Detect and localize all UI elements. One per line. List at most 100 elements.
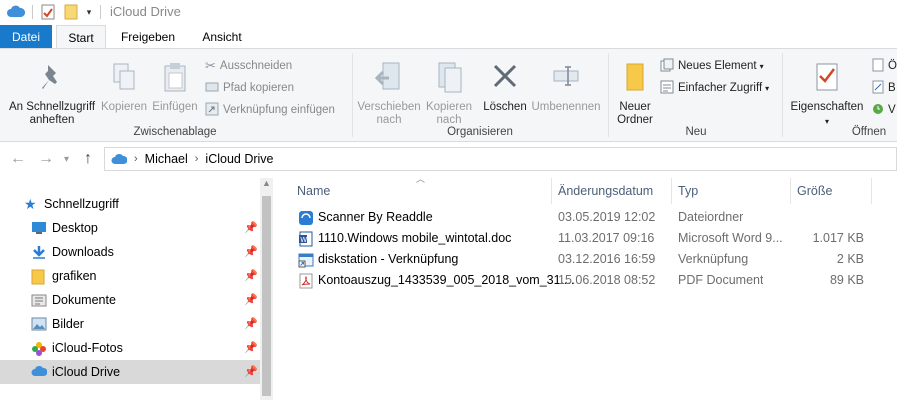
column-header-type[interactable]: Typ [678,180,698,202]
breadcrumb-icloud-drive[interactable]: iCloud Drive [205,152,273,166]
sort-indicator-icon: ︿ [416,174,426,184]
sidebar-item-dokumente[interactable]: Dokumente 📌 [0,288,260,312]
file-type: Microsoft Word 9... [678,231,783,245]
file-row[interactable]: W 1110.Windows mobile_wintotal.doc 11.03… [296,229,897,250]
edit-icon [872,80,884,97]
open-group-label: Öffnen [851,126,887,138]
pictures-icon [31,317,47,334]
tab-freigeben[interactable]: Freigeben [112,25,184,49]
documents-icon [31,293,47,310]
photos-icon [31,341,47,360]
column-header-size[interactable]: Größe [797,180,832,202]
forward-arrow-icon[interactable]: → [38,150,54,168]
scroll-up-icon[interactable]: ▲ [262,178,271,188]
back-arrow-icon[interactable]: ← [10,150,26,168]
pin-icon[interactable]: 📌 [244,245,258,258]
desktop-icon [31,221,47,238]
move-to-icon [356,61,422,97]
address-cloud-icon [111,153,127,165]
file-size: 2 KB [836,252,864,266]
pin-icon[interactable]: 📌 [244,293,258,306]
ribbon: An Schnellzugriff anheften Kopieren Einf… [0,48,897,142]
move-to-button[interactable]: Verschieben nach [356,61,422,127]
file-size: 1.017 KB [812,231,864,245]
cloud-app-icon [6,3,26,21]
scanner-folder-icon [298,210,314,229]
sidebar-item-quick-access[interactable]: ★ Schnellzugriff [0,192,260,216]
column-header-name[interactable]: Name [297,180,330,202]
file-row[interactable]: Scanner By Readdle 03.05.2019 12:02 Date… [296,208,897,229]
tab-start[interactable]: Start [56,25,106,50]
sidebar-item-grafiken[interactable]: grafiken 📌 [0,264,260,288]
svg-text:W: W [300,236,307,244]
paste-shortcut-icon [205,102,219,119]
sidebar-item-icloud-drive[interactable]: iCloud Drive 📌 [0,360,260,384]
pin-icon[interactable]: 📌 [244,269,258,282]
file-name: 1110.Windows mobile_wintotal.doc [318,231,512,245]
file-type: Verknüpfung [678,252,749,266]
download-icon [31,245,47,262]
column-header-date[interactable]: Änderungsdatum [558,180,653,202]
history-button[interactable]: V [872,101,896,119]
paste-shortcut-button[interactable]: Verknüpfung einfügen [205,101,335,119]
recent-locations-chevron-icon[interactable]: ▾ [64,154,69,165]
pin-quick-access-button[interactable]: An Schnellzugriff anheften [4,61,100,127]
properties-button[interactable]: Eigenschaften ▾ [786,61,868,128]
file-row[interactable]: Kontoauszug_1433539_005_2018_vom_31.... … [296,271,897,292]
copy-icon [98,61,150,97]
new-folder-icon [612,61,658,97]
cloud-icon [31,365,48,380]
file-name: diskstation - Verknüpfung [318,252,459,266]
edit-button[interactable]: B [872,79,896,97]
cut-button[interactable]: ✂ Ausschneiden [205,57,292,75]
file-row[interactable]: diskstation - Verknüpfung 03.12.2016 16:… [296,250,897,271]
tab-datei[interactable]: Datei [0,25,52,49]
new-item-dropdown-icon: ▾ [759,61,764,71]
pin-icon [4,61,100,97]
file-date: 03.05.2019 12:02 [558,210,656,224]
file-size: 89 KB [829,273,864,287]
properties-icon [786,61,868,97]
navigation-pane: ★ Schnellzugriff Desktop 📌 Downloads 📌 g… [0,176,273,400]
delete-x-icon [480,61,530,97]
copy-to-icon [420,61,478,97]
open-button[interactable]: Ö [872,57,897,75]
copy-path-button[interactable]: Pfad kopieren [205,79,294,97]
properties-quick-icon[interactable] [39,3,57,21]
sidebar-item-bilder[interactable]: Bilder 📌 [0,312,260,336]
delete-button[interactable]: Löschen [480,61,530,114]
tab-ansicht[interactable]: Ansicht [190,25,254,49]
address-bar[interactable]: › Michael › iCloud Drive [104,147,897,171]
copy-button[interactable]: Kopieren [98,61,150,114]
paste-button[interactable]: Einfügen [150,61,200,114]
pin-icon[interactable]: 📌 [244,365,258,378]
copy-to-button[interactable]: Kopieren nach [420,61,478,127]
pin-icon[interactable]: 📌 [244,317,258,330]
open-icon [872,58,884,75]
rename-button[interactable]: Umbenennen [528,61,604,114]
file-date: 11.03.2017 09:16 [558,231,655,245]
up-arrow-icon[interactable]: ↑ [84,150,92,168]
navigation-scrollbar[interactable]: ▲ [260,178,273,400]
sidebar-item-desktop[interactable]: Desktop 📌 [0,216,260,240]
easy-access-icon [660,80,674,97]
breadcrumb-michael[interactable]: Michael [145,152,188,166]
history-icon [872,102,884,119]
organize-group-label: Organisieren [447,126,513,138]
pin-icon[interactable]: 📌 [244,221,258,234]
sidebar-item-downloads[interactable]: Downloads 📌 [0,240,260,264]
pin-icon[interactable]: 📌 [244,341,258,354]
clipboard-group-label: Zwischenablage [133,126,217,138]
customize-quick-access-icon[interactable]: ▾ [83,3,95,21]
pdf-icon [298,273,314,292]
copy-path-icon [205,81,219,96]
new-folder-button[interactable]: Neuer Ordner [612,61,658,127]
scrollbar-thumb[interactable] [262,196,271,396]
sidebar-item-icloud-fotos[interactable]: iCloud-Fotos 📌 [0,336,260,360]
easy-access-button[interactable]: Einfacher Zugriff ▾ [660,79,769,97]
file-name: Kontoauszug_1433539_005_2018_vom_31.... [318,273,575,287]
new-item-button[interactable]: Neues Element ▾ [660,57,764,75]
file-name: Scanner By Readdle [318,210,433,224]
new-folder-quick-icon[interactable] [62,3,80,21]
scissors-icon: ✂ [205,58,216,73]
